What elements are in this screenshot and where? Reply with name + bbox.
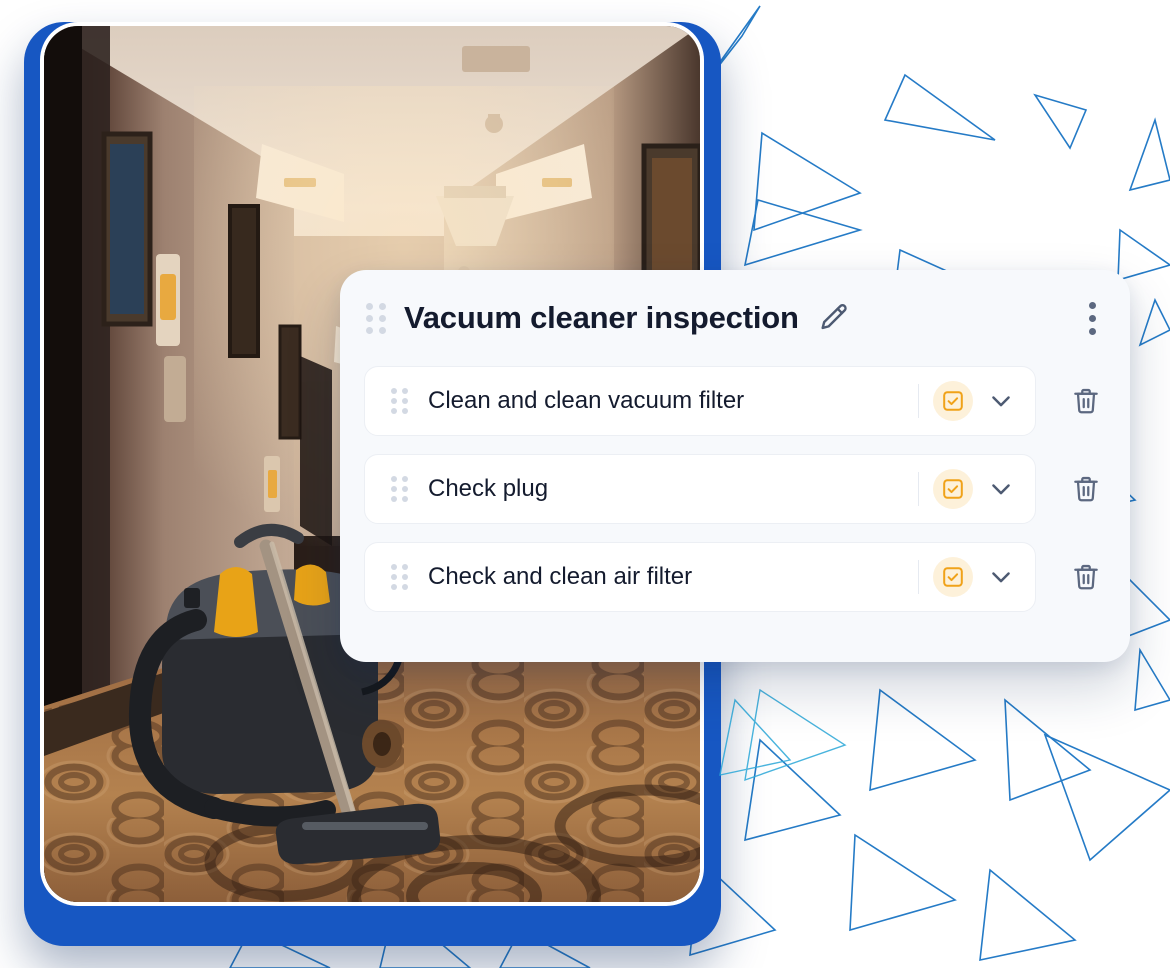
divider <box>917 472 919 506</box>
status-toggle[interactable] <box>933 381 973 421</box>
chevron-down-icon <box>992 484 1010 495</box>
list-item: Check and clean air filter <box>364 542 1106 612</box>
chevron-down-icon <box>992 396 1010 407</box>
row-controls <box>917 557 1020 597</box>
trash-icon <box>1074 564 1098 590</box>
checklist-item-label: Clean and clean vacuum filter <box>428 387 745 414</box>
delete-item-button[interactable] <box>1066 561 1106 593</box>
drag-dots-icon[interactable] <box>391 388 408 414</box>
drag-dots-icon[interactable] <box>391 564 408 590</box>
delete-item-button[interactable] <box>1066 473 1106 505</box>
trash-icon <box>1074 476 1098 502</box>
list-item: Clean and clean vacuum filter <box>364 366 1106 436</box>
row-controls <box>917 469 1020 509</box>
more-vertical-icon <box>1089 301 1096 335</box>
checklist-items: Clean and clean vacuum filter Check plug… <box>340 366 1130 612</box>
trash-icon <box>1074 388 1098 414</box>
screenshot-stage: Vacuum cleaner inspection Clean and clea… <box>0 0 1170 968</box>
expand-row-button[interactable] <box>987 475 1015 503</box>
list-item: Check plug <box>364 454 1106 524</box>
chevron-down-icon <box>992 572 1010 583</box>
status-toggle[interactable] <box>933 469 973 509</box>
pencil-icon <box>821 304 847 330</box>
drag-dots-icon[interactable] <box>391 476 408 502</box>
row-controls <box>917 381 1020 421</box>
expand-row-button[interactable] <box>987 387 1015 415</box>
status-toggle[interactable] <box>933 557 973 597</box>
divider <box>917 384 919 418</box>
checklist-card-header: Vacuum cleaner inspection <box>340 270 1130 366</box>
checklist-row[interactable]: Check and clean air filter <box>364 542 1036 612</box>
delete-item-button[interactable] <box>1066 385 1106 417</box>
checklist-item-label: Check and clean air filter <box>428 563 693 590</box>
edit-title-button[interactable] <box>817 301 851 335</box>
page-title: Vacuum cleaner inspection <box>404 300 799 335</box>
divider <box>917 560 919 594</box>
checklist-card: Vacuum cleaner inspection Clean and clea… <box>340 270 1130 662</box>
checkbox-checked-icon <box>943 567 963 587</box>
card-menu-button[interactable] <box>1083 298 1102 339</box>
checklist-item-label: Check plug <box>428 475 549 502</box>
checklist-row[interactable]: Clean and clean vacuum filter <box>364 366 1036 436</box>
expand-row-button[interactable] <box>987 563 1015 591</box>
checkbox-checked-icon <box>943 391 963 411</box>
checklist-row[interactable]: Check plug <box>364 454 1036 524</box>
drag-dots-icon[interactable] <box>366 302 386 334</box>
checkbox-checked-icon <box>943 479 963 499</box>
